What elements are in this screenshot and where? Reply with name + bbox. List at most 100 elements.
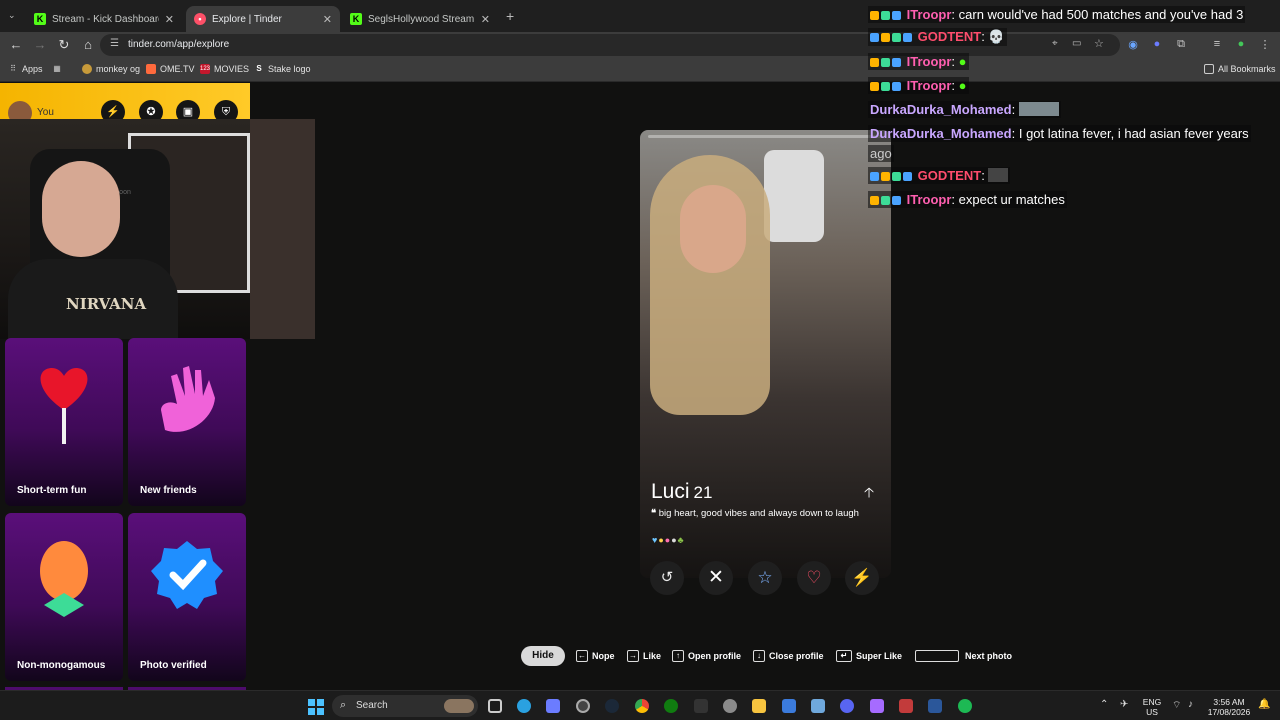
grid-icon: ▦ [53,64,61,73]
bookmark-stake[interactable]: S Stake logo [254,64,310,74]
boost-button[interactable]: ⚡ [845,561,879,595]
monkey-icon [82,64,92,74]
obs-icon[interactable] [576,699,590,713]
new-tab-button[interactable]: + [506,8,514,24]
bookmark-movies[interactable]: 123 MOVIES [200,64,249,74]
app-icon[interactable] [811,699,825,713]
bookmark-label: MOVIES [214,64,250,74]
network-icon[interactable]: ✈ [1120,699,1128,710]
tab-list-chevron-icon[interactable]: ⌄ [8,10,16,21]
search-icon: ⌕ [340,699,347,711]
category-tile-photo-verified[interactable]: Photo verified [128,513,246,681]
media-control-icon[interactable]: ≡ [1210,38,1224,50]
close-tab-icon[interactable]: ✕ [323,13,332,26]
webcam-wall [250,119,315,339]
file-explorer-icon[interactable] [752,699,766,713]
kick-icon: K [34,13,46,25]
home-icon[interactable]: ⌂ [80,37,96,53]
all-bookmarks-label: All Bookmarks [1218,64,1276,74]
image-emote [988,168,1009,182]
extension-audio-icon[interactable]: ◉ [1126,38,1140,51]
input-language[interactable]: ENG US [1140,697,1164,717]
tab-tinder-explore[interactable]: • Explore | Tinder ✕ [186,6,340,32]
edge-browser-icon[interactable] [517,699,531,713]
app-icon[interactable] [546,699,560,713]
tray-overflow-chevron-icon[interactable]: ⌃ [1100,699,1108,710]
tab-title: Stream - Kick Dashboard [52,13,159,25]
discord-icon[interactable] [840,699,854,713]
category-tile-new-friends[interactable]: New friends [128,338,246,506]
spotify-icon[interactable] [958,699,972,713]
cast-icon[interactable]: ▭ [1072,38,1081,49]
taskbar-search[interactable]: ⌕ Search [332,695,478,717]
shortcut-open-profile: ↑ Open profile [672,650,741,662]
location-icon[interactable]: ⌖ [1052,38,1058,49]
wifi-icon[interactable]: ⌔ [1172,699,1181,712]
bookmark-apps[interactable]: ⠿ Apps [8,64,42,74]
back-arrow-icon[interactable]: ← [8,37,24,53]
hide-shortcuts-button[interactable]: Hide [521,646,565,666]
tab-title: Explore | Tinder [212,13,282,25]
super-like-button[interactable]: ☆ [748,561,782,595]
nope-button[interactable]: ✕ [699,561,733,595]
terminal-icon[interactable] [928,699,942,713]
epic-games-icon[interactable] [694,699,708,713]
all-bookmarks[interactable]: All Bookmarks [1204,64,1276,74]
extensions-puzzle-icon[interactable]: ⧉ [1174,38,1188,51]
tab-kick-dashboard[interactable]: K Stream - Kick Dashboard ✕ [26,6,182,32]
kick-icon: K [350,13,362,25]
profile-bio: ❝ big heart, good vibes and always down … [651,508,859,519]
profile-age: 21 [693,483,713,502]
app-icon[interactable] [899,699,913,713]
profile-card[interactable]: Luci 21 🡡 ❝ big heart, good vibes and alw… [640,130,891,578]
app-icon[interactable] [870,699,884,713]
search-label: Search [356,700,388,711]
open-profile-arrow-icon[interactable]: 🡡 [864,482,874,506]
xbox-icon[interactable] [664,699,678,713]
notification-bell-icon[interactable]: 🔔 [1258,699,1270,710]
close-tab-icon[interactable]: ✕ [481,13,490,26]
down-arrow-key-icon: ↓ [753,650,765,662]
profile-avatar-icon[interactable]: ● [1234,38,1248,50]
category-tile-non-monogamous[interactable]: Non-monogamous [5,513,123,681]
category-tile-short-term-fun[interactable]: Short-term fun [5,338,123,506]
shirt-text: NIRVANA [66,295,147,313]
bookmark-grid-icon[interactable]: ▦ [52,64,62,74]
bookmark-label: monkey og [96,64,141,74]
store-icon[interactable] [782,699,796,713]
reload-icon[interactable]: ↻ [56,37,72,53]
like-button[interactable]: ♡ [797,561,831,595]
volume-icon[interactable]: ♪ [1188,699,1193,710]
bookmark-ometv[interactable]: OME.TV [146,64,195,74]
url-text: tinder.com/app/explore [128,39,230,50]
task-view-icon[interactable] [488,699,502,713]
clock[interactable]: 3:56 AM 17/08/2026 [1206,697,1252,717]
menu-kebab-icon[interactable]: ⋮ [1258,38,1272,51]
rewind-button[interactable]: ↺ [650,561,684,595]
pineapple-icon [40,541,88,617]
search-highlight-image [444,699,474,713]
chat-message: ITroopr: ● [868,53,969,70]
site-info-icon[interactable]: ☰ [110,38,119,49]
chat-message: GODTENT: [868,167,1011,184]
tab-stream-watch[interactable]: K SeglsHollywood Stream - Watc ✕ [342,6,498,32]
close-tab-icon[interactable]: ✕ [165,13,174,26]
up-arrow-key-icon: ↑ [672,650,684,662]
right-arrow-key-icon: → [627,650,639,662]
image-emote [1018,102,1059,116]
space-key-icon [915,650,959,662]
category-label: Photo verified [140,660,207,671]
shortcut-nope: ← Nope [576,650,615,662]
bookmark-star-icon[interactable]: ☆ [1094,37,1104,50]
chrome-icon[interactable] [635,699,649,713]
steam-icon[interactable] [605,699,619,713]
bookmark-monkey[interactable]: monkey og [82,64,140,74]
bookmarks-bar: ⠿ Apps ▦ monkey og OME.TV 123 MOVIES S S… [0,58,1280,82]
settings-icon[interactable] [723,699,737,713]
windows-start-icon[interactable] [308,699,324,715]
extension-vpn-icon[interactable]: ● [1150,38,1164,50]
forward-arrow-icon[interactable]: → [32,37,48,53]
profile-name: Luci 21 [651,480,713,503]
streamer-webcam: Typhoon NIRVANA [0,119,315,339]
lollipop-heart-icon [40,368,88,444]
